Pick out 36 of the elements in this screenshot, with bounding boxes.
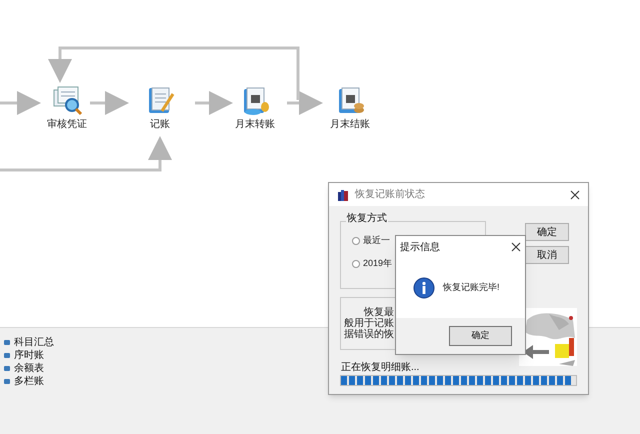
description-text: 般用于记账 xyxy=(344,318,394,329)
list-item[interactable]: 多栏账 xyxy=(4,375,54,388)
list-item[interactable]: 序时账 xyxy=(4,349,54,362)
info-icon xyxy=(413,277,435,299)
books-icon xyxy=(337,188,349,200)
radio-button[interactable] xyxy=(352,236,360,244)
flow-node[interactable]: 审核凭证 xyxy=(37,84,97,130)
flow-node[interactable]: 月末转账 xyxy=(225,84,285,130)
message-text: 恢复记账完毕! xyxy=(443,281,500,294)
bullet-icon xyxy=(4,353,10,358)
flow-node[interactable]: 月末结账 xyxy=(320,84,380,130)
close-icon[interactable] xyxy=(570,190,580,200)
bullet-icon xyxy=(4,379,10,384)
dialog-button[interactable]: 取消 xyxy=(525,246,569,264)
flow-arrow xyxy=(90,91,129,115)
radio-option[interactable]: 2019年 xyxy=(352,259,392,268)
description-text: 恢复最 xyxy=(364,307,394,318)
flow-arrow xyxy=(195,91,233,115)
radio-option[interactable]: 最近一 xyxy=(352,236,390,245)
list-item[interactable]: 科目汇总 xyxy=(4,336,54,349)
status-text: 正在恢复明细账... xyxy=(341,363,420,373)
group-title: 恢复方式 xyxy=(346,214,388,224)
window-title: 恢复记账前状态 xyxy=(355,188,426,202)
radio-button[interactable] xyxy=(352,260,360,268)
document-magnifier-icon xyxy=(51,84,83,116)
bullet-icon xyxy=(4,340,10,345)
close-icon[interactable] xyxy=(511,242,521,252)
list-item[interactable]: 余额表 xyxy=(4,362,54,375)
bullet-icon xyxy=(4,366,10,371)
flow-arrow xyxy=(287,91,323,115)
ok-button[interactable]: 确定 xyxy=(449,326,512,346)
flow-arrow xyxy=(0,91,41,115)
flow-node[interactable]: 记账 xyxy=(130,84,190,130)
dialog-button[interactable]: 确定 xyxy=(525,223,569,241)
window-title: 提示信息 xyxy=(400,240,441,254)
description-text: 据错误的恢 xyxy=(344,329,394,340)
